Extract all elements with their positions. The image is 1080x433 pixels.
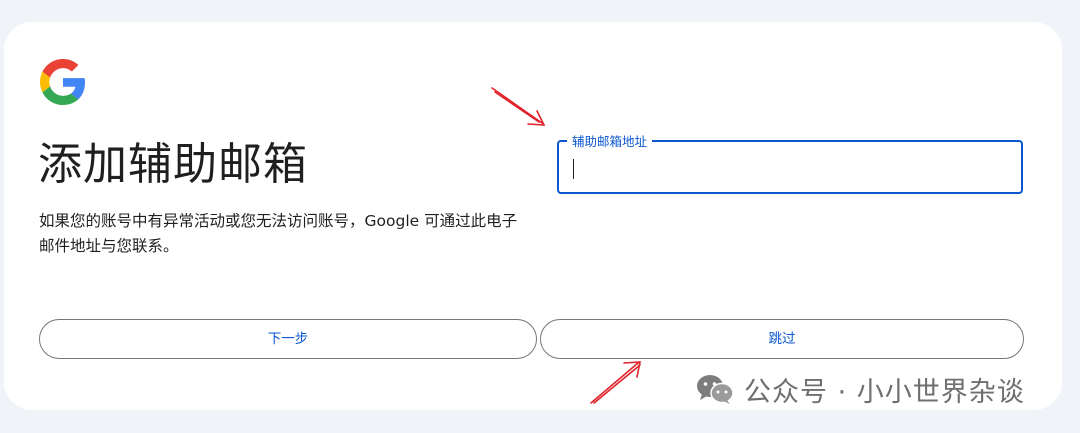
recovery-email-input[interactable]	[571, 154, 1001, 180]
page-description: 如果您的账号中有异常活动或您无法访问账号，Google 可通过此电子邮件地址与您…	[39, 212, 518, 255]
recovery-email-field[interactable]: 辅助邮箱地址	[557, 131, 1023, 194]
skip-button[interactable]: 跳过	[540, 319, 1024, 359]
wechat-icon	[697, 375, 734, 404]
text-caret	[573, 159, 574, 179]
watermark: 公众号 · 小小世界杂谈	[696, 372, 1025, 408]
next-button[interactable]: 下一步	[39, 319, 537, 359]
page-title: 添加辅助邮箱	[38, 139, 308, 190]
google-logo-icon	[40, 59, 86, 105]
watermark-text: 公众号 · 小小世界杂谈	[744, 376, 1025, 408]
recovery-email-label: 辅助邮箱地址	[567, 131, 653, 150]
